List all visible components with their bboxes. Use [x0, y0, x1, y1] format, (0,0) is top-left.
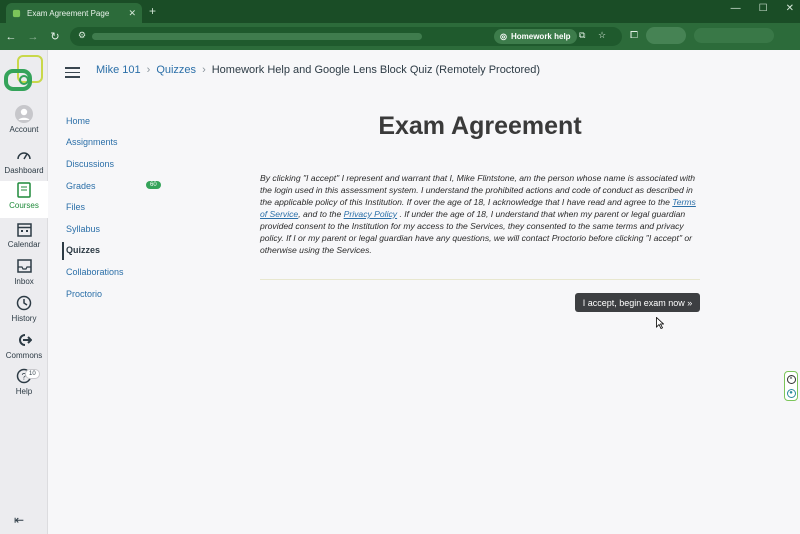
window-close-icon[interactable]: ✕ — [786, 3, 794, 14]
gnav-calendar-label: Calendar — [7, 240, 41, 249]
avatar-icon — [15, 105, 33, 123]
breadcrumb-separator: › — [202, 64, 206, 76]
bookmark-star-icon[interactable]: ☆ — [598, 30, 606, 41]
gnav-dashboard[interactable]: Dashboard — [0, 146, 48, 183]
agreement-text-part-2: , and to the — [298, 209, 344, 219]
course-menu-toggle-icon[interactable] — [65, 67, 80, 78]
maximize-icon[interactable]: ☐ — [759, 3, 768, 14]
minimize-icon[interactable]: — — [731, 3, 741, 14]
breadcrumb: Mike 101 › Quizzes › Homework Help and Googl… — [96, 64, 540, 76]
reload-icon[interactable]: ↻ — [44, 30, 66, 43]
homework-help-label: Homework help — [510, 32, 571, 41]
gnav-dashboard-label: Dashboard — [4, 166, 44, 175]
gnav-inbox-label: Inbox — [14, 277, 34, 286]
calendar-icon — [15, 220, 33, 238]
course-nav-grades-label: Grades — [66, 180, 96, 191]
course-nav-assignments[interactable]: Assignments — [66, 132, 176, 154]
gnav-account-label: Account — [9, 125, 39, 134]
gnav-courses[interactable]: Courses — [0, 181, 48, 218]
gnav-commons[interactable]: Commons — [0, 331, 48, 368]
install-app-icon[interactable]: ⧉ — [579, 30, 585, 41]
browser-tab[interactable]: Exam Agreement Page ✕ — [6, 3, 142, 23]
gnav-courses-label: Courses — [9, 201, 39, 210]
inbox-icon — [15, 257, 33, 275]
global-nav: Account Dashboard Courses Calendar Inbox — [0, 50, 48, 534]
extensions-icon[interactable]: ⧠ — [630, 30, 638, 41]
browser-tab-strip: Exam Agreement Page ✕ + — ☐ ✕ — [0, 0, 800, 23]
tab-title: Exam Agreement Page — [27, 8, 110, 18]
breadcrumb-course[interactable]: Mike 101 — [96, 64, 141, 76]
gnav-history-label: History — [11, 314, 37, 323]
collapse-nav-icon[interactable]: ⇤ — [14, 513, 24, 527]
mouse-cursor-icon — [656, 317, 664, 329]
accept-begin-exam-button[interactable]: I accept, begin exam now » — [575, 293, 700, 312]
commons-icon — [15, 331, 33, 349]
homework-help-chip[interactable]: ◎ Homework help — [494, 29, 577, 44]
course-nav-quizzes[interactable]: Quizzes — [62, 240, 176, 262]
profile-button[interactable] — [646, 27, 686, 44]
gnav-account[interactable]: Account — [0, 105, 48, 142]
agreement-text: By clicking "I accept" I represent and w… — [260, 172, 700, 256]
new-tab-button[interactable]: + — [149, 4, 156, 18]
window-controls: — ☐ ✕ — [731, 3, 794, 14]
widget-close-icon[interactable]: × — [786, 374, 796, 384]
proctoring-widget[interactable]: × ● — [784, 371, 798, 401]
page-title: Exam Agreement — [378, 112, 582, 140]
page: Account Dashboard Courses Calendar Inbox — [0, 50, 800, 534]
address-url-blurred — [92, 33, 422, 40]
help-badge: 10 — [25, 369, 40, 379]
gnav-help-label: Help — [15, 387, 33, 396]
dashboard-icon — [15, 146, 33, 164]
course-nav-syllabus[interactable]: Syllabus — [66, 218, 176, 240]
back-icon[interactable]: ← — [0, 31, 22, 43]
canvas-favicon-icon — [12, 9, 21, 17]
breadcrumb-quizzes[interactable]: Quizzes — [156, 64, 196, 76]
gnav-inbox[interactable]: Inbox — [0, 257, 48, 294]
course-nav-grades[interactable]: Grades 60 — [66, 175, 176, 197]
privacy-policy-link[interactable]: Privacy Policy — [344, 209, 397, 219]
course-nav-proctorio[interactable]: Proctorio — [66, 283, 176, 305]
lens-icon: ◎ — [500, 32, 507, 41]
grades-badge: 60 — [146, 180, 161, 189]
address-bar[interactable]: ⚙ ◎ Homework help ⧉ ☆ — [70, 27, 622, 46]
institution-logo-icon[interactable] — [4, 55, 44, 97]
divider — [260, 279, 700, 280]
agreement-text-part-1: By clicking "I accept" I represent and w… — [260, 173, 696, 207]
breadcrumb-separator: › — [146, 64, 151, 76]
browser-toolbar: ← → ↻ ⚙ ◎ Homework help ⧉ ☆ ⧠ — [0, 23, 800, 50]
history-icon — [15, 294, 33, 312]
gnav-history[interactable]: History — [0, 294, 48, 331]
course-nav-collaborations[interactable]: Collaborations — [66, 261, 176, 283]
course-nav-discussions[interactable]: Discussions — [66, 153, 176, 175]
breadcrumb-current: Homework Help and Google Lens Block Quiz… — [211, 64, 541, 76]
course-nav-home[interactable]: Home — [66, 110, 176, 132]
widget-proctor-icon[interactable]: ● — [786, 388, 796, 398]
course-nav-files[interactable]: Files — [66, 196, 176, 218]
forward-icon[interactable]: → — [22, 31, 44, 43]
courses-icon — [15, 181, 33, 199]
toolbar-blurred-area — [694, 28, 774, 43]
toolbar-right: ⧠ — [630, 27, 774, 44]
tab-close-icon[interactable]: ✕ — [128, 8, 136, 19]
gnav-help[interactable]: ? 10 Help — [0, 367, 48, 404]
site-settings-icon[interactable]: ⚙ — [78, 30, 86, 41]
course-nav: Home Assignments Discussions Grades 60 F… — [62, 110, 176, 305]
gnav-calendar[interactable]: Calendar — [0, 220, 48, 257]
gnav-commons-label: Commons — [5, 351, 43, 360]
